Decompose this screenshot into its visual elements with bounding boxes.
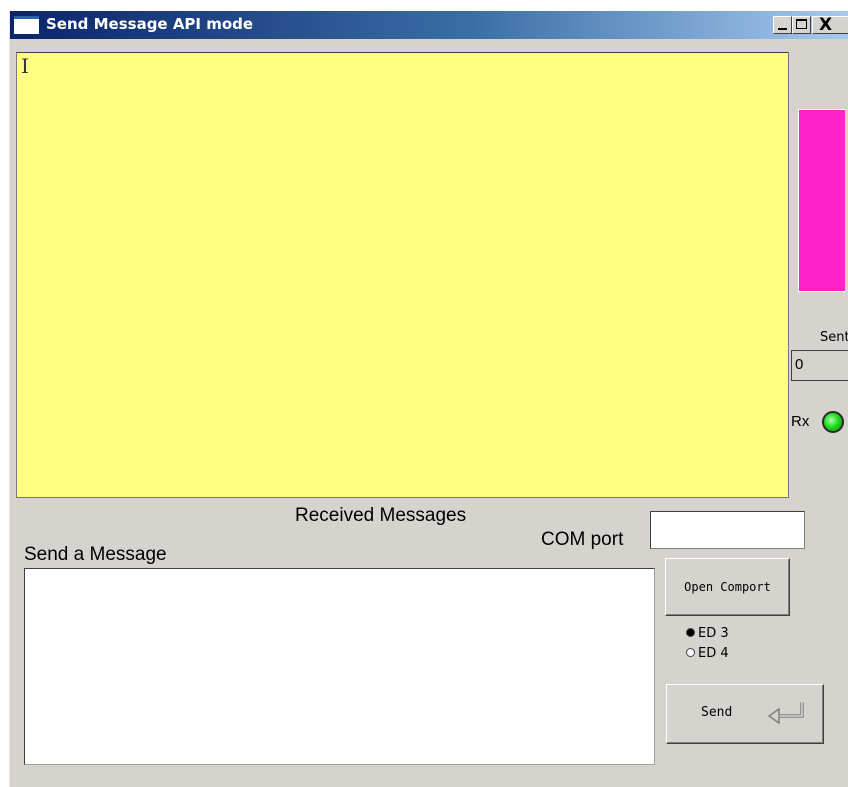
text-cursor-icon: I [21,54,29,78]
radio-ed4[interactable]: ED 4 [686,646,729,661]
message-input[interactable] [24,568,655,765]
radio-ed3[interactable]: ED 3 [686,626,729,641]
minimize-button[interactable] [773,16,792,34]
close-icon: X [819,15,833,35]
rx-led-icon [822,411,844,433]
sent-count-field: 0 [791,350,848,381]
radio-selected-icon [686,628,695,637]
com-port-label: COM port [541,529,624,550]
activity-bar-indicator [798,109,845,292]
send-button[interactable]: Send [666,684,824,744]
minimize-icon [778,28,787,30]
radio-unselected-icon [686,648,695,657]
send-message-label: Send a Message [24,544,167,565]
close-button[interactable]: X [812,15,848,35]
window-title: Send Message API mode [46,15,254,33]
app-window-icon [14,16,39,34]
title-bar[interactable]: Send Message API mode X [10,11,848,39]
sent-label: Sent [820,330,848,345]
open-comport-button[interactable]: Open Comport [665,558,790,616]
received-messages-area[interactable]: I [16,52,789,498]
radio-ed4-label: ED 4 [698,646,729,661]
maximize-icon [796,19,807,29]
com-port-input[interactable] [650,511,805,549]
send-button-label: Send [701,705,733,720]
received-messages-label: Received Messages [295,505,467,526]
enter-arrow-icon [767,702,804,725]
app-window: Send Message API mode X I Sent 0 Rx Rece… [9,11,848,787]
maximize-button[interactable] [792,16,811,34]
radio-ed3-label: ED 3 [698,626,729,641]
rx-label: Rx [791,413,810,430]
